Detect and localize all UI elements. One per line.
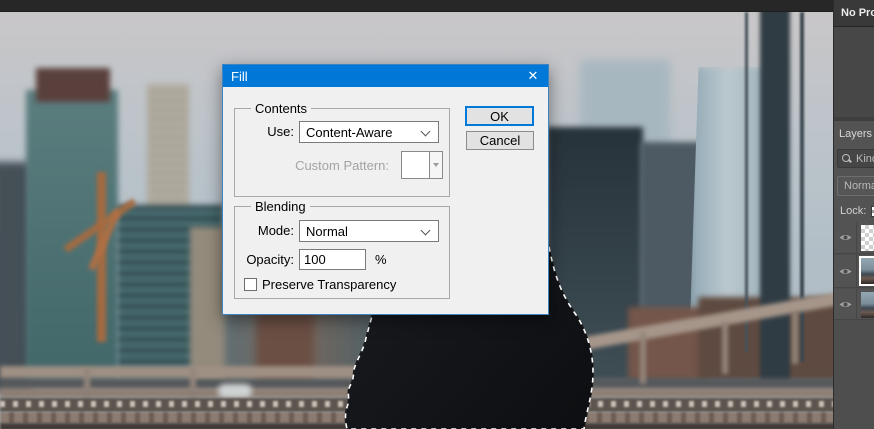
use-label: Use:: [267, 124, 294, 139]
layer-row[interactable]: [834, 222, 874, 254]
fill-dialog: Fill ✕ Contents Use: Content-Aware Custo…: [222, 64, 549, 315]
preserve-transparency-label[interactable]: Preserve Transparency: [262, 277, 396, 292]
blend-mode-value: Normal: [844, 180, 874, 192]
layer-thumbnail-transparent[interactable]: [861, 225, 874, 251]
blend-mode-dropdown[interactable]: Normal: [837, 176, 874, 196]
visibility-toggle[interactable]: [834, 289, 857, 319]
properties-panel-header[interactable]: No Pro: [834, 0, 874, 27]
chevron-down-icon: [420, 126, 431, 137]
layers-panel-empty-area: [834, 320, 874, 429]
lock-row: Lock:: [834, 200, 874, 222]
properties-panel-title: No Pro: [841, 7, 874, 19]
layers-tab-label: Layers: [839, 127, 873, 140]
custom-pattern-label: Custom Pattern:: [295, 158, 389, 173]
photoshop-window: Fill ✕ Contents Use: Content-Aware Custo…: [0, 0, 874, 429]
layers-tab-bar: Layers: [834, 117, 874, 146]
eye-icon: [839, 235, 851, 240]
dialog-body: Contents Use: Content-Aware Custom Patte…: [223, 87, 548, 314]
blending-group-legend: Blending: [251, 199, 310, 214]
use-dropdown[interactable]: Content-Aware: [299, 121, 439, 143]
opacity-label: Opacity:: [246, 252, 294, 267]
cancel-button[interactable]: Cancel: [466, 131, 534, 150]
mode-dropdown-value: Normal: [306, 223, 348, 239]
layer-thumbnail-image[interactable]: [859, 256, 874, 286]
visibility-toggle[interactable]: [834, 222, 857, 253]
preserve-transparency-checkbox[interactable]: [244, 278, 257, 291]
opacity-input[interactable]: [299, 249, 366, 270]
ok-button[interactable]: OK: [465, 106, 534, 126]
visibility-toggle[interactable]: [834, 255, 857, 287]
layer-thumbnail-image[interactable]: [861, 292, 874, 318]
layer-row[interactable]: [834, 289, 874, 320]
triangle-down-icon: [433, 163, 440, 167]
use-dropdown-value: Content-Aware: [306, 124, 393, 140]
mode-dropdown[interactable]: Normal: [299, 220, 439, 242]
layer-row-selected[interactable]: [834, 255, 874, 288]
dialog-title-bar[interactable]: Fill ✕: [223, 65, 548, 87]
mode-label: Mode:: [257, 223, 294, 238]
right-panel: No Pro Layers Kind Normal Lock:: [833, 0, 874, 429]
close-icon[interactable]: ✕: [518, 65, 548, 87]
pattern-arrow-button[interactable]: [429, 152, 442, 178]
properties-panel-body: [834, 27, 874, 117]
dialog-title: Fill: [231, 68, 248, 84]
eye-icon: [839, 268, 851, 274]
magnifier-icon: [842, 153, 852, 164]
tab-layers[interactable]: Layers: [834, 121, 874, 146]
filter-kind-label: Kind: [856, 152, 874, 165]
pattern-swatch[interactable]: [402, 152, 430, 178]
document-tab-bar: [0, 0, 833, 12]
eye-icon: [839, 301, 851, 307]
custom-pattern-picker[interactable]: [401, 151, 443, 179]
blend-mode-row: Normal: [834, 172, 874, 200]
contents-group-legend: Contents: [251, 101, 312, 116]
lock-label: Lock:: [840, 205, 867, 217]
opacity-unit: %: [375, 252, 387, 267]
layer-filter-row: Kind: [834, 146, 874, 172]
layer-filter-dropdown[interactable]: Kind: [837, 149, 874, 168]
chevron-down-icon: [420, 225, 431, 236]
